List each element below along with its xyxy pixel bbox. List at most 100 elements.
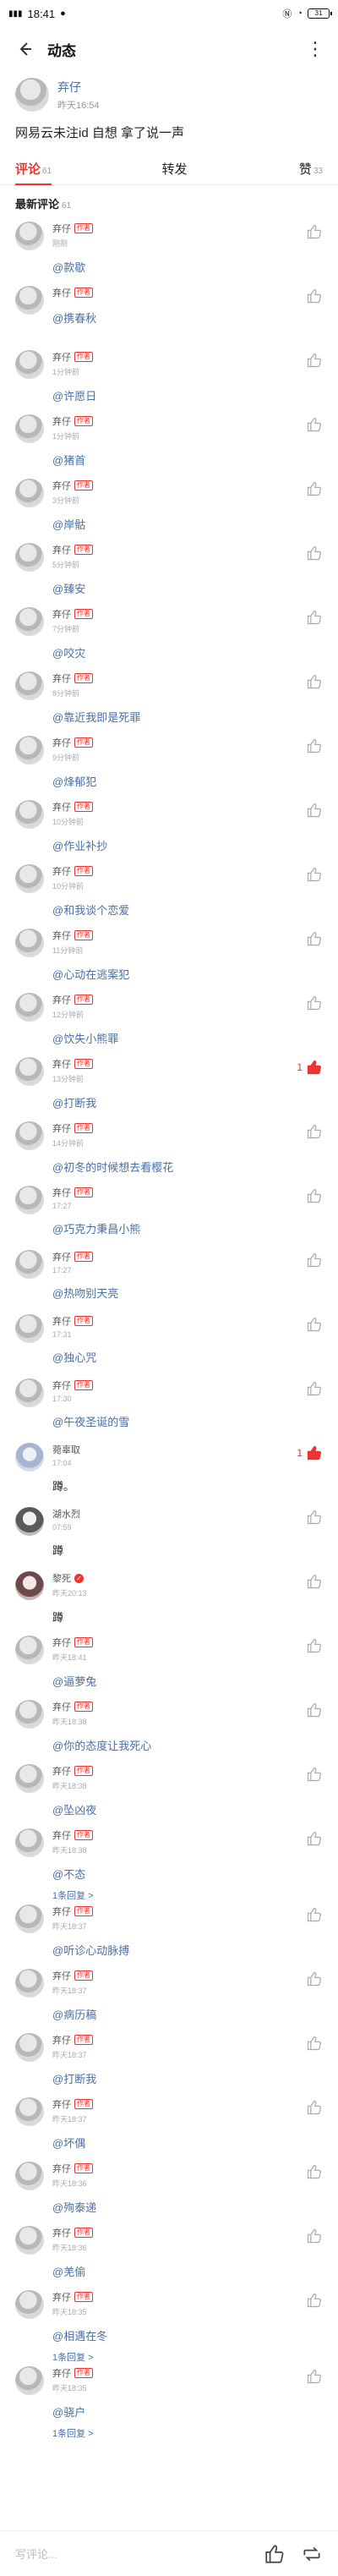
commenter-avatar[interactable] [15,2162,44,2190]
comment-like-button[interactable] [303,288,323,304]
commenter-avatar[interactable] [15,1905,44,1933]
commenter-avatar[interactable] [15,1507,44,1536]
comment-item[interactable]: 弃仔 作者 昨天18:41 @逼萝兔 [15,1631,323,1695]
commenter-avatar[interactable] [15,1571,44,1600]
commenter-avatar[interactable] [15,993,44,1022]
commenter-avatar[interactable] [15,607,44,636]
comment-like-button[interactable] [303,995,323,1011]
commenter-name[interactable]: 菀辜取 [52,1443,80,1456]
comment-item[interactable]: 弃仔 作者 昨天18:38 @你的态度让我死心 [15,1695,323,1759]
commenter-avatar[interactable] [15,1186,44,1214]
commenter-name[interactable]: 弃仔 [52,1828,71,1842]
commenter-name[interactable]: 弃仔 [52,1314,71,1328]
commenter-name[interactable]: 弃仔 [52,2162,71,2175]
comment-item[interactable]: 弃仔 作者 昨天18:37 @听诊心动脉搏 [15,1899,323,1964]
commenter-name[interactable]: 弃仔 [52,1969,71,1982]
commenter-name[interactable]: 弃仔 [52,222,71,235]
commenter-name[interactable]: 弃仔 [52,1378,71,1392]
commenter-name[interactable]: 弃仔 [52,993,71,1006]
comment-item[interactable]: 弃仔 作者 昨天18:37 @打断我 [15,2028,323,2092]
comment-like-button[interactable] [303,2368,323,2385]
commenter-avatar[interactable] [15,864,44,893]
comment-item[interactable]: 弃仔 作者 9分钟前 @烽郁犯 [15,731,323,795]
comment-item[interactable]: 弃仔 作者 17:27 @热吻别天亮 [15,1245,323,1309]
comment-like-button[interactable] [303,1702,323,1718]
commenter-avatar[interactable] [15,1443,44,1472]
more-options-icon[interactable]: ⋮ [303,35,328,63]
comment-like-button[interactable] [303,609,323,626]
like-post-icon[interactable] [264,2543,286,2565]
comment-item[interactable]: 弃仔 作者 7分钟前 @咬灾 [15,602,323,666]
comment-like-button[interactable] [303,866,323,883]
commenter-name[interactable]: 弃仔 [52,350,71,364]
comment-item[interactable]: 弃仔 作者 昨天18:35 @骁户 1条回复 > [15,2361,323,2439]
commenter-avatar[interactable] [15,929,44,957]
commenter-avatar[interactable] [15,671,44,700]
comment-item[interactable]: 弃仔 作者 3分钟前 @岸骷 [15,474,323,538]
comment-item[interactable]: 菀辜取 17:04 蹲。 1 [15,1438,323,1502]
commenter-avatar[interactable] [15,1969,44,1998]
comment-item[interactable]: 湖水烈 07:59 蹲 [15,1502,323,1566]
comment-like-button[interactable] [303,1573,323,1590]
comment-item[interactable]: 弃仔 作者 1分钟前 @许愿日 [15,345,323,409]
comment-like-button[interactable] [303,1766,323,1783]
commenter-name[interactable]: 弃仔 [52,1121,71,1135]
comment-like-button[interactable] [303,1637,323,1654]
commenter-avatar[interactable] [15,1636,44,1664]
commenter-name[interactable]: 弃仔 [52,2226,71,2239]
comment-item[interactable]: 弃仔 作者 10分钟前 @和我谈个恋爱 [15,859,323,924]
comment-item[interactable]: 弃仔 作者 昨天18:36 @羌偷 [15,2221,323,2285]
commenter-name[interactable]: 弃仔 [52,1764,71,1778]
comment-item[interactable]: 黎死 ✓ 昨天20:13 蹲 [15,1566,323,1631]
comment-like-button[interactable]: 1 [297,1059,323,1076]
comment-item[interactable]: 弃仔 作者 14分钟前 @初冬的时候想去看樱花 [15,1116,323,1181]
comment-like-button[interactable] [303,545,323,562]
comment-item[interactable]: 弃仔 作者 11分钟前 @心动在逃案犯 [15,924,323,988]
comment-like-button[interactable] [303,1509,323,1526]
commenter-avatar[interactable] [15,1764,44,1793]
author-name[interactable]: 弃仔 [57,79,100,96]
comment-item[interactable]: 弃仔 作者 10分钟前 @作业补抄 [15,795,323,859]
comment-like-button[interactable] [303,1830,323,1847]
back-icon[interactable] [10,35,39,63]
commenter-avatar[interactable] [15,286,44,315]
comment-item[interactable]: 弃仔 作者 昨天18:38 @不态 1条回复 > [15,1823,323,1901]
commenter-name[interactable]: 弃仔 [52,864,71,878]
commenter-name[interactable]: 弃仔 [52,414,71,428]
commenter-avatar[interactable] [15,800,44,829]
author-avatar[interactable] [15,78,49,112]
tab-reposts[interactable]: 转发 [161,160,188,184]
commenter-avatar[interactable] [15,1121,44,1150]
commenter-name[interactable]: 弃仔 [52,286,71,299]
commenter-name[interactable]: 弃仔 [52,1057,71,1071]
comment-item[interactable]: 弃仔 作者 17:27 @巧克力秉昌小熊 [15,1181,323,1245]
comment-item[interactable]: 弃仔 作者 刚刚 @款歇 [15,216,323,281]
comment-item[interactable]: 弃仔 作者 8分钟前 @靠近我即是死罪 [15,666,323,731]
comment-item[interactable]: 弃仔 作者 13分钟前 @打断我 1 [15,1052,323,1116]
comment-item[interactable]: 弃仔 作者 12分钟前 @饮失小熊罪 [15,988,323,1052]
comment-item[interactable]: 弃仔 作者 昨天18:37 @病历稿 [15,1964,323,2028]
commenter-avatar[interactable] [15,1700,44,1729]
commenter-name[interactable]: 弃仔 [52,479,71,492]
commenter-name[interactable]: 弃仔 [52,736,71,749]
commenter-avatar[interactable] [15,1828,44,1857]
comment-like-button[interactable] [303,2163,323,2180]
commenter-avatar[interactable] [15,1250,44,1279]
comment-item[interactable]: 弃仔 作者 17:31 @独心咒 [15,1309,323,1373]
comment-like-button[interactable] [303,1906,323,1923]
comment-like-button[interactable] [303,2292,323,2309]
comment-item[interactable]: 弃仔 作者 5分钟前 @臻安 [15,538,323,602]
commenter-name[interactable]: 弃仔 [52,2366,71,2380]
comment-like-button[interactable] [303,1187,323,1204]
commenter-avatar[interactable] [15,1057,44,1086]
comment-like-button[interactable] [303,2099,323,2116]
commenter-name[interactable]: 黎死 [52,1571,71,1585]
commenter-name[interactable]: 弃仔 [52,1700,71,1713]
comment-like-button[interactable] [303,480,323,497]
comment-like-button[interactable] [303,930,323,947]
commenter-avatar[interactable] [15,543,44,572]
commenter-avatar[interactable] [15,414,44,443]
commenter-name[interactable]: 弃仔 [52,929,71,942]
comment-like-button[interactable] [303,1970,323,1987]
commenter-avatar[interactable] [15,1314,44,1343]
